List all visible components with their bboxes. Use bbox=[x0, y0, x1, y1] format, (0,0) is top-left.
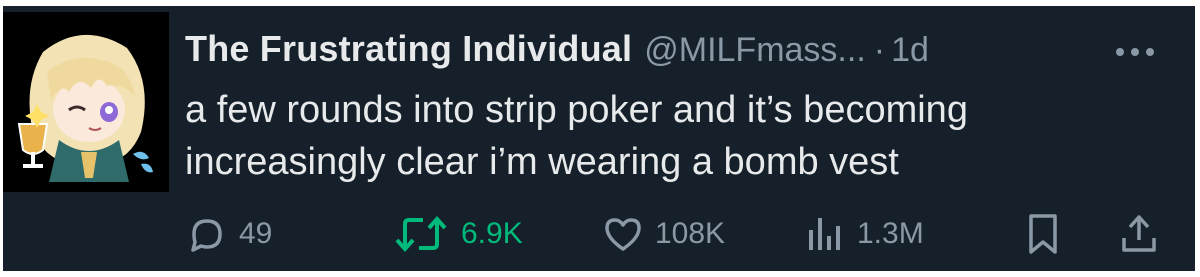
display-name[interactable]: The Frustrating Individual bbox=[185, 28, 632, 70]
bookmark-button[interactable] bbox=[1023, 206, 1063, 262]
more-options-button[interactable] bbox=[1111, 42, 1159, 62]
share-button[interactable] bbox=[1119, 206, 1159, 262]
tweet-header: The Frustrating Individual @MILFmass... … bbox=[185, 28, 1165, 80]
avatar[interactable] bbox=[3, 12, 169, 192]
views-count: 1.3M bbox=[857, 217, 924, 250]
reply-bubble-icon bbox=[191, 219, 222, 252]
tweet-card[interactable]: The Frustrating Individual @MILFmass... … bbox=[3, 6, 1195, 271]
heart-icon bbox=[605, 218, 641, 251]
tweet-text-line: increasingly clear i’m wearing a bomb ve… bbox=[185, 141, 899, 183]
tweet-action-bar: 49 6.9K 108K 1.3M bbox=[183, 206, 1168, 262]
repost-button[interactable]: 6.9K bbox=[393, 206, 523, 262]
reply-button[interactable]: 49 bbox=[187, 206, 272, 262]
reply-count: 49 bbox=[239, 217, 273, 250]
user-handle[interactable]: @MILFmass... bbox=[644, 31, 866, 70]
repost-arrows-icon bbox=[395, 215, 447, 253]
like-count: 108K bbox=[655, 217, 726, 250]
tweet-text: a few rounds into strip poker and it’s b… bbox=[185, 84, 1145, 188]
tweet-timestamp[interactable]: 1d bbox=[891, 31, 929, 70]
bar-chart-icon bbox=[809, 218, 840, 250]
like-button[interactable]: 108K bbox=[603, 206, 725, 262]
more-dots-icon bbox=[1116, 48, 1124, 56]
views-button[interactable]: 1.3M bbox=[805, 206, 924, 262]
share-upload-icon bbox=[1122, 215, 1156, 252]
anime-character-avatar-image bbox=[17, 34, 153, 182]
repost-count: 6.9K bbox=[461, 217, 523, 250]
tweet-text-line: a few rounds into strip poker and it’s b… bbox=[185, 89, 968, 131]
separator-dot: · bbox=[873, 31, 886, 69]
bookmark-icon bbox=[1029, 214, 1057, 254]
